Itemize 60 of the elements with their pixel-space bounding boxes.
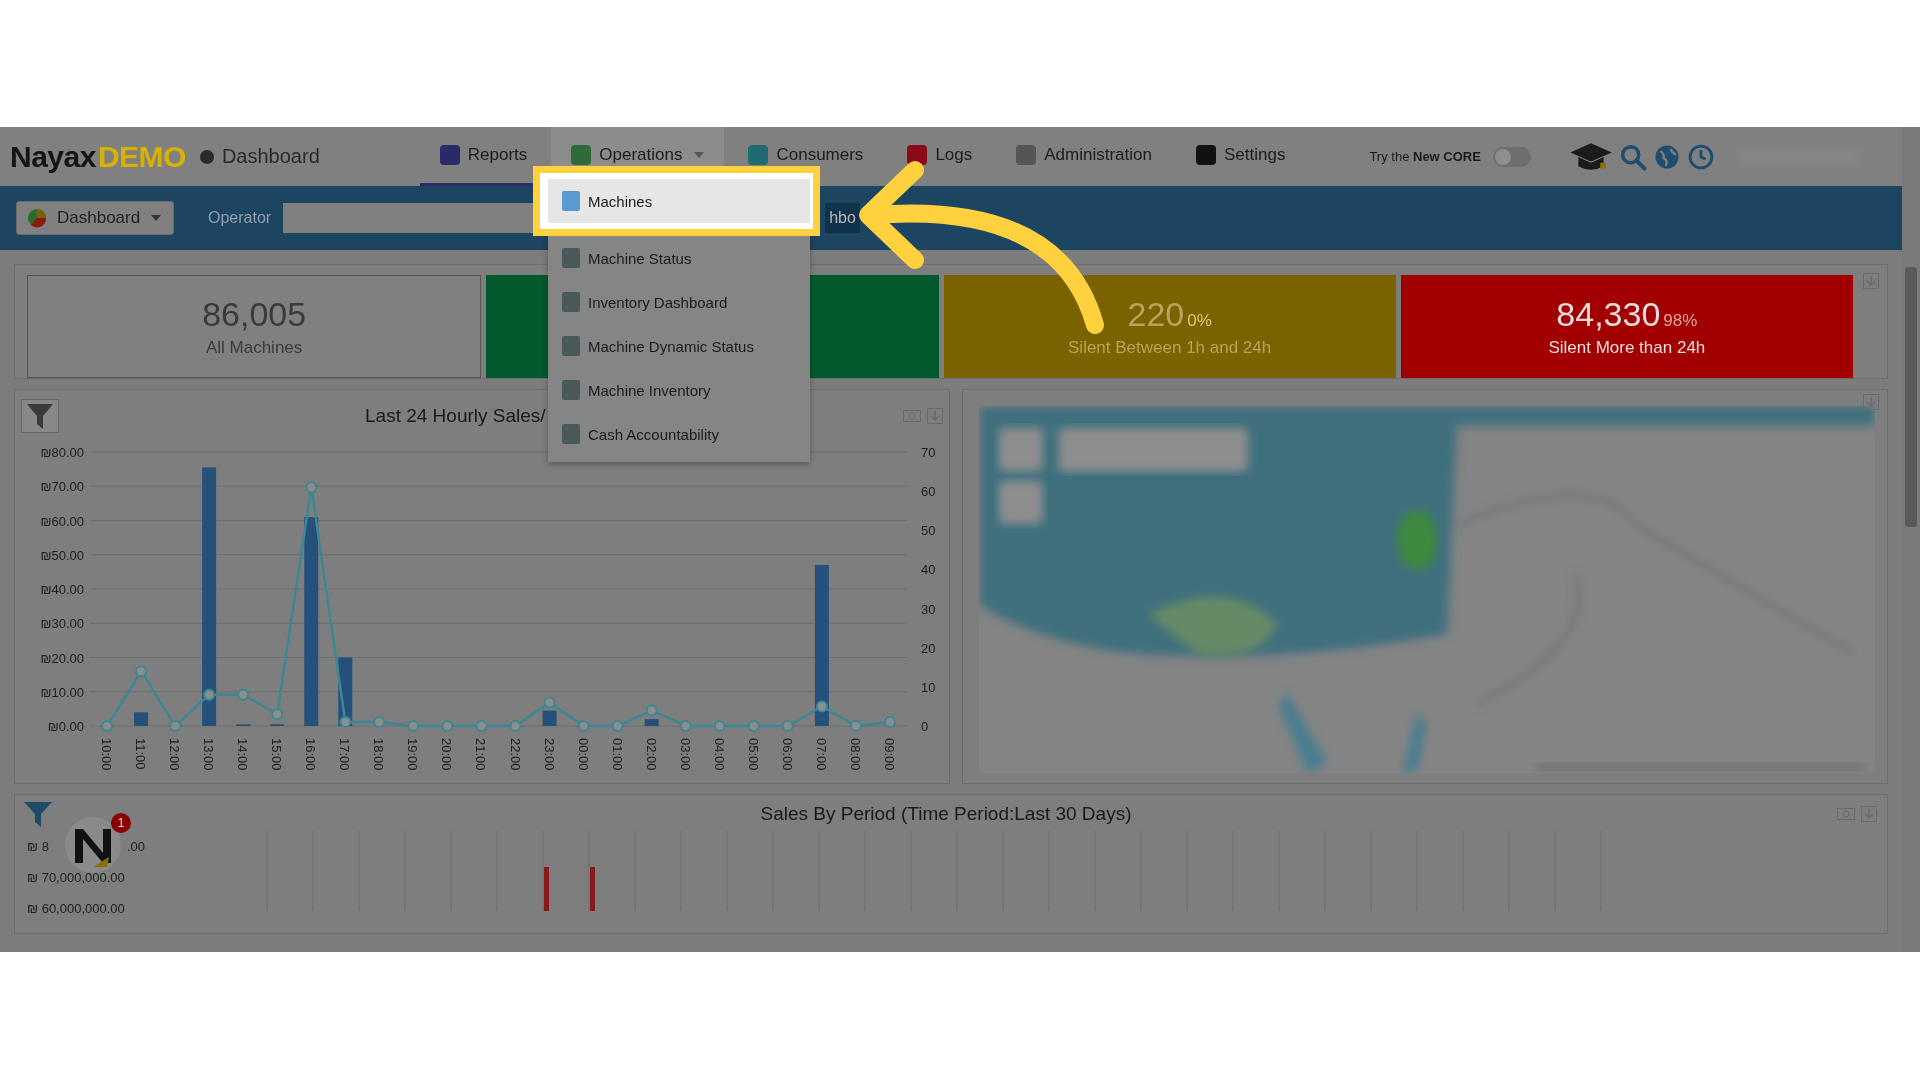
axis-label: 21:00 [473,738,489,771]
axis-label: 10 [921,679,936,695]
axis-label: 02:00 [643,738,659,771]
axis-label: 13:00 [201,738,217,771]
kpi-label: All Machines [205,338,303,358]
axis-label: 01:00 [609,738,625,771]
chart-title: Last 24 Hourly Sales/ [365,405,546,427]
axis-label: 04:00 [711,738,727,771]
axis-label: 17:00 [337,738,353,771]
axis-label: 0 [921,719,929,734]
axis-label: 50 [921,523,936,539]
axis-label: 22:00 [507,738,523,771]
axis-label: 18:00 [371,738,387,771]
page-title: Dashboard [221,145,320,168]
axis-label: ₪40.00 [40,582,84,597]
axis-label: .00 [126,839,145,854]
axis-label: ₪20.00 [40,650,84,666]
axis-label: ₪70.00 [40,479,84,495]
axis-label: 23:00 [541,738,557,771]
axis-label: 05:00 [745,738,761,771]
axis-label: 20:00 [439,738,455,771]
core-label: Try the New CORE [1369,149,1481,164]
chart-title: Sales By Period (Time Period:Last 30 Days) [760,803,1132,825]
kpi-label: Silent More than 24h [1548,338,1706,358]
axis-label: ₪0.00 [47,719,84,734]
axis-label: 10:00 [99,738,114,771]
axis-label: 30 [921,601,936,617]
axis-label: ₪ 60,000,000.00 [27,901,125,916]
axis-label: ₪30.00 [40,616,84,632]
axis-label: 08:00 [847,738,863,771]
axis-label: 15:00 [269,738,285,771]
axis-label: 07:00 [813,738,829,771]
kpi-value: 220 [1127,295,1185,334]
axis-label: 06:00 [779,738,795,771]
axis-label: ₪50.00 [40,547,84,563]
axis-label: ₪60.00 [40,513,84,529]
kpi-percent: 0% [1187,311,1212,331]
kpi-percent: 98% [1663,311,1698,331]
kpi-label: Silent Between 1h and 24h [1068,338,1272,358]
operator-label: Operator [208,209,272,227]
axis-label: 70 [921,445,936,460]
axis-label: ₪ 70,000,000.00 [27,870,125,885]
axis-label: ₪ 8 [27,839,49,854]
notification-badge: 1 [111,813,131,833]
axis-label: 19:00 [405,738,421,771]
axis-label: 11:00 [133,738,149,770]
axis-label: 60 [921,484,936,500]
axis-label: 16:00 [303,738,319,771]
kpi-value: 86,005 [202,295,307,334]
logo: NayaxDEMO [10,139,186,174]
axis-label: 00:00 [575,738,591,771]
axis-label: ₪80.00 [40,445,84,460]
axis-label: 14:00 [235,738,251,771]
kpi-value: 84,330 [1556,295,1661,334]
axis-label: 09:00 [882,738,897,771]
axis-label: 20 [921,640,936,656]
axis-label: 12:00 [167,738,183,771]
axis-label: 40 [921,562,936,578]
axis-label: 03:00 [677,738,693,771]
axis-label: ₪10.00 [40,684,84,700]
